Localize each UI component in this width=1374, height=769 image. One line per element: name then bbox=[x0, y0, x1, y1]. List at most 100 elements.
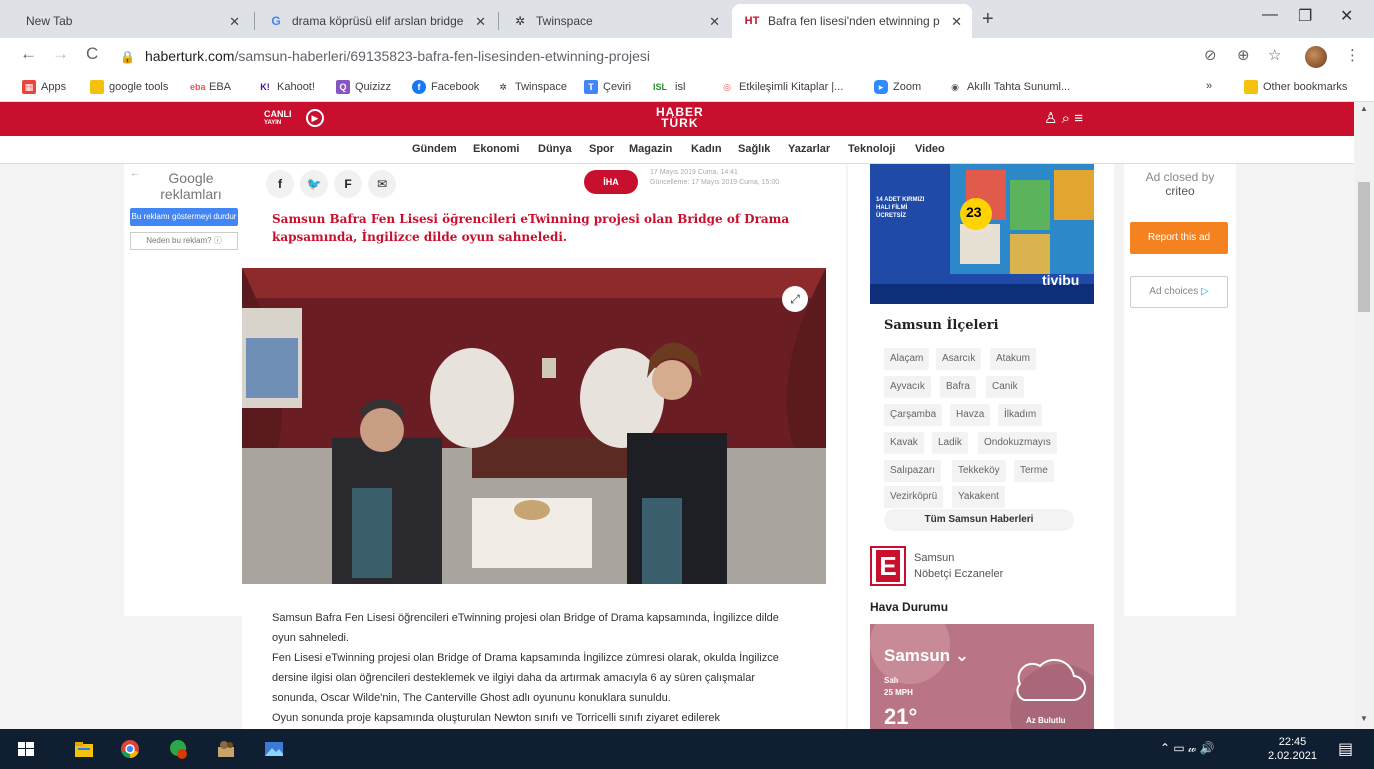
teams-icon[interactable] bbox=[168, 739, 188, 759]
system-tray[interactable]: ⌃ ▭ 𝓌 🔊 bbox=[1160, 741, 1215, 756]
menu-yazarlar[interactable]: Yazarlar bbox=[788, 143, 830, 155]
ilce-link[interactable]: Asarcık bbox=[936, 348, 982, 370]
bookmark-twinspace[interactable]: ✲ Twinspace bbox=[496, 80, 567, 94]
paragraph: Samsun Bafra Fen Lisesi öğrencileri eTwi… bbox=[272, 612, 779, 644]
ilce-link[interactable]: Terme bbox=[1014, 460, 1054, 482]
close-tab-icon[interactable]: ✕ bbox=[475, 14, 486, 30]
page-scrollbar[interactable]: ▲ ▼ bbox=[1354, 102, 1374, 729]
weather-widget[interactable]: Samsun ⌄ Salı 25 MPH 21° Az Bulutlu bbox=[870, 624, 1094, 729]
ilce-link[interactable]: Salıpazarı bbox=[884, 460, 942, 482]
bookmark-ceviri[interactable]: T Çeviri bbox=[584, 80, 631, 94]
search-icon[interactable]: ⌕ bbox=[1062, 110, 1070, 127]
live-label[interactable]: CANLI YAYIN bbox=[264, 110, 292, 128]
tivibu-ad[interactable]: 14 ADET KIRMIZI HALI FİLMİ ÜCRETSİZ 23 t… bbox=[870, 164, 1094, 304]
bookmark-zoom[interactable]: ▸ Zoom bbox=[874, 80, 921, 94]
ilce-link[interactable]: Çarşamba bbox=[884, 404, 943, 426]
menu-teknoloji[interactable]: Teknoloji bbox=[848, 143, 895, 155]
bookmark-star-icon[interactable]: ☆ bbox=[1268, 46, 1281, 64]
ilce-link[interactable]: Vezirköprü bbox=[884, 486, 944, 508]
minimize-icon[interactable]: — bbox=[1262, 6, 1278, 24]
tab-twinspace[interactable]: ✲ Twinspace ✕ bbox=[500, 4, 730, 38]
eczane-link[interactable]: Samsun Nöbetçi Eczaneler bbox=[914, 550, 1003, 582]
ilce-link[interactable]: Ondokuzmayıs bbox=[978, 432, 1057, 454]
stop-ad-button[interactable]: Bu reklamı göstermeyi durdur bbox=[130, 208, 238, 226]
user-icon[interactable]: ♙ bbox=[1044, 110, 1057, 127]
ilce-link[interactable]: Havza bbox=[950, 404, 991, 426]
zoom-icon[interactable]: ⊕ bbox=[1237, 46, 1250, 64]
all-samsun-news-button[interactable]: Tüm Samsun Haberleri bbox=[884, 509, 1074, 531]
email-share-icon[interactable]: ✉ bbox=[368, 170, 396, 198]
ilce-link[interactable]: Atakum bbox=[990, 348, 1036, 370]
chrome-icon[interactable] bbox=[120, 739, 140, 759]
new-tab-icon[interactable]: + bbox=[982, 8, 994, 31]
bookmark-etkilesimli[interactable]: ◎ Etkileşimli Kitaplar |... bbox=[720, 80, 843, 94]
menu-magazin[interactable]: Magazin bbox=[629, 143, 672, 155]
expand-icon[interactable]: ⤢ bbox=[782, 286, 808, 312]
back-arrow-icon[interactable]: ← bbox=[130, 168, 140, 179]
close-window-icon[interactable]: ✕ bbox=[1340, 6, 1353, 26]
bookmark-apps[interactable]: ▦ Apps bbox=[22, 80, 66, 94]
why-ad-button[interactable]: Neden bu reklam? ⓘ bbox=[130, 232, 238, 250]
chevron-down-icon[interactable]: ⌄ bbox=[955, 646, 969, 665]
bookmark-quizizz[interactable]: Q Quizizz bbox=[336, 80, 391, 94]
bookmark-kahoot[interactable]: K! Kahoot! bbox=[258, 80, 315, 94]
ad-choices-button[interactable]: Ad choices ▷ bbox=[1130, 276, 1228, 308]
article-photo[interactable]: ⤢ bbox=[242, 268, 826, 584]
close-tab-icon[interactable]: ✕ bbox=[709, 14, 720, 30]
tab-haberturk[interactable]: HT Bafra fen lisesi'nden etwinning p ✕ bbox=[732, 4, 972, 38]
bookmark-google-tools[interactable]: google tools bbox=[90, 80, 168, 94]
windows-start-icon[interactable] bbox=[16, 739, 36, 759]
ilce-link[interactable]: İlkadım bbox=[998, 404, 1043, 426]
menu-spor[interactable]: Spor bbox=[589, 143, 614, 155]
report-ad-button[interactable]: Report this ad bbox=[1130, 222, 1228, 254]
close-tab-icon[interactable]: ✕ bbox=[951, 14, 962, 30]
menu-ekonomi[interactable]: Ekonomi bbox=[473, 143, 519, 155]
tab-new-tab[interactable]: New Tab ✕ bbox=[14, 4, 250, 38]
menu-video[interactable]: Video bbox=[915, 143, 945, 155]
clock[interactable]: 22:45 2.02.2021 bbox=[1268, 735, 1317, 763]
hamburger-menu-icon[interactable]: ≡ bbox=[1074, 110, 1083, 127]
ilce-link[interactable]: Tekkeköy bbox=[952, 460, 1006, 482]
close-tab-icon[interactable]: ✕ bbox=[229, 14, 240, 30]
file-explorer-icon[interactable] bbox=[74, 739, 94, 759]
profile-avatar[interactable] bbox=[1305, 46, 1327, 68]
app-people-icon[interactable] bbox=[216, 739, 236, 759]
menu-gundem[interactable]: Gündem bbox=[412, 143, 457, 155]
live-play-icon[interactable]: ▶ bbox=[306, 109, 324, 127]
menu-kebab-icon[interactable]: ⋮ bbox=[1345, 46, 1360, 64]
scroll-thumb[interactable] bbox=[1358, 182, 1370, 312]
ilce-link[interactable]: Canik bbox=[986, 376, 1024, 398]
bookmark-facebook[interactable]: f Facebook bbox=[412, 80, 479, 94]
photos-icon[interactable] bbox=[264, 739, 284, 759]
site-settings-icon[interactable]: ⊘ bbox=[1204, 46, 1217, 64]
back-icon[interactable]: ← bbox=[20, 44, 37, 64]
eczane-logo[interactable]: E bbox=[870, 546, 906, 586]
other-bookmarks[interactable]: Other bookmarks bbox=[1244, 80, 1347, 94]
forward-icon[interactable]: → bbox=[52, 44, 69, 64]
scroll-up-icon[interactable]: ▲ bbox=[1360, 104, 1368, 113]
menu-saglik[interactable]: Sağlık bbox=[738, 143, 770, 155]
ilce-link[interactable]: Alaçam bbox=[884, 348, 930, 370]
haberturk-logo[interactable]: HABER TÜRK bbox=[656, 106, 704, 129]
address-bar[interactable]: 🔒 haberturk.com/samsun-haberleri/69135823… bbox=[120, 44, 650, 68]
scroll-down-icon[interactable]: ▼ bbox=[1360, 714, 1368, 723]
ilce-link[interactable]: Kavak bbox=[884, 432, 924, 454]
bookmark-isl[interactable]: ISL isl bbox=[650, 80, 685, 94]
ilce-link[interactable]: Bafra bbox=[940, 376, 976, 398]
ilce-link[interactable]: Ayvacık bbox=[884, 376, 931, 398]
facebook-share-icon[interactable]: f bbox=[266, 170, 294, 198]
bookmark-eba[interactable]: eba EBA bbox=[190, 80, 231, 94]
reload-icon[interactable]: C bbox=[86, 44, 98, 64]
more-bookmarks[interactable]: » bbox=[1206, 80, 1212, 92]
source-badge[interactable]: İHA bbox=[584, 170, 638, 194]
menu-dunya[interactable]: Dünya bbox=[538, 143, 572, 155]
restore-icon[interactable]: ❐ bbox=[1298, 6, 1312, 26]
ilce-link[interactable]: Yakakent bbox=[952, 486, 1005, 508]
flipboard-share-icon[interactable]: F bbox=[334, 170, 362, 198]
ilce-link[interactable]: Ladik bbox=[932, 432, 968, 454]
twitter-share-icon[interactable]: 🐦 bbox=[300, 170, 328, 198]
menu-kadin[interactable]: Kadın bbox=[691, 143, 722, 155]
bookmark-akilli-tahta[interactable]: ◉ Akıllı Tahta Sunuml... bbox=[948, 80, 1070, 94]
notification-icon[interactable]: ▤ bbox=[1338, 739, 1353, 759]
tab-google-search[interactable]: G drama köprüsü elif arslan bridge ✕ bbox=[256, 4, 496, 38]
